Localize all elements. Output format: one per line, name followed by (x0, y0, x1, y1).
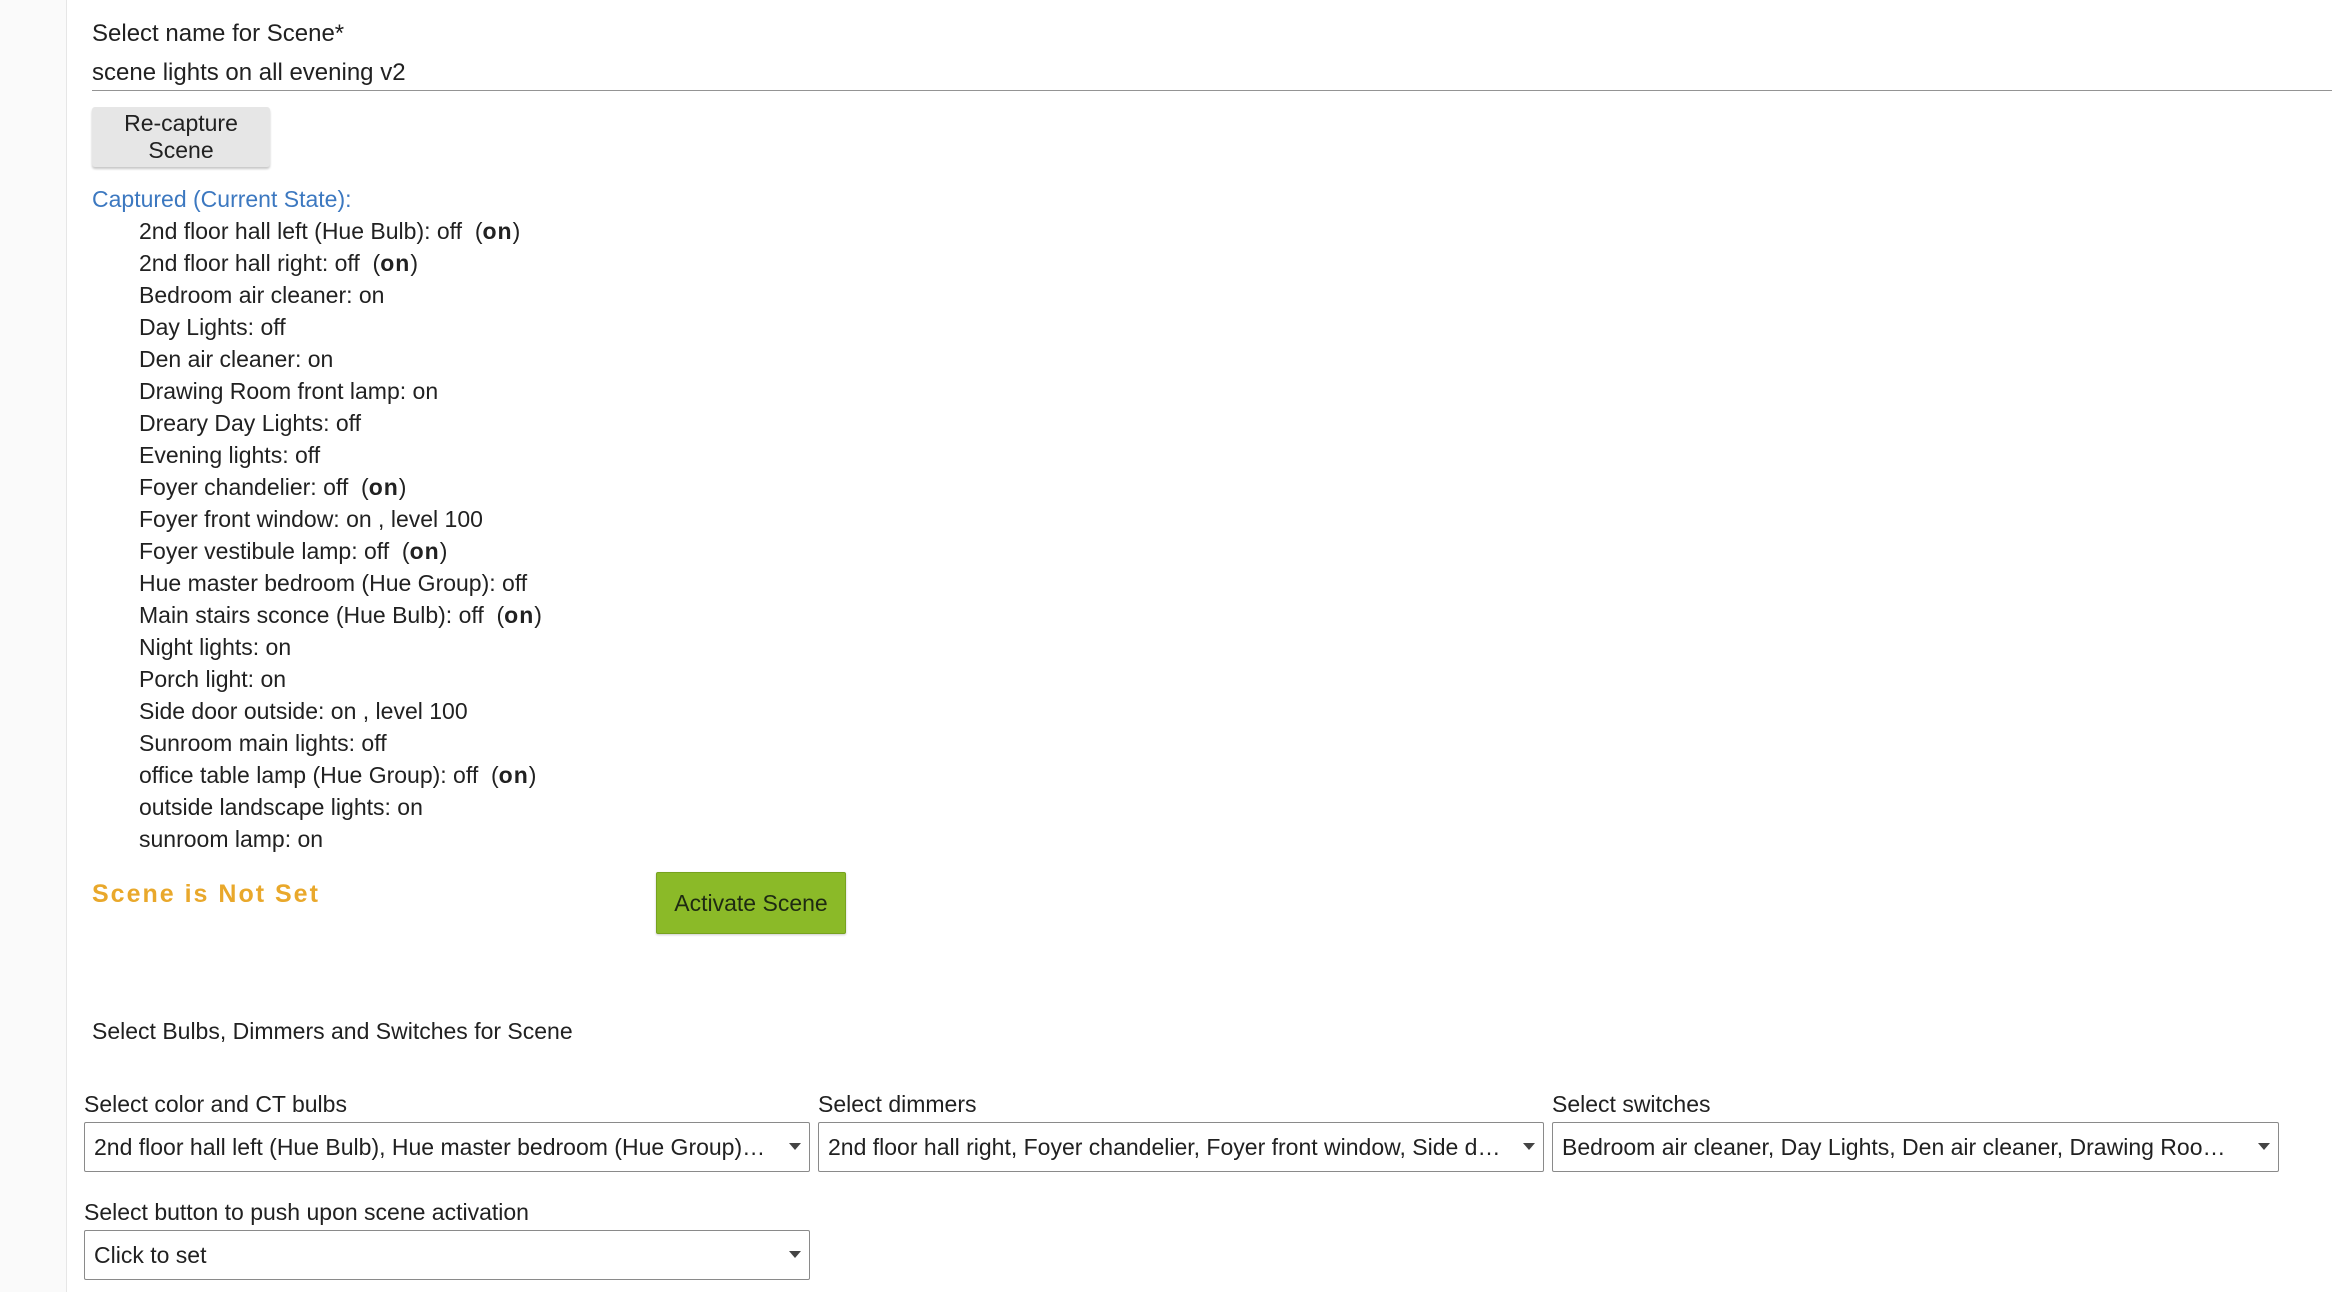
captured-state-item: Main stairs sconce (Hue Bulb): off (on) (139, 602, 542, 628)
captured-state-item: office table lamp (Hue Group): off (on) (139, 762, 537, 788)
captured-state-list: 2nd floor hall left (Hue Bulb): off (on)… (139, 215, 542, 855)
bulbs-select-label: Select color and CT bulbs (84, 1091, 347, 1117)
bulbs-select-value: 2nd floor hall left (Hue Bulb), Hue mast… (94, 1134, 771, 1160)
scene-editor: Select name for Scene* Re-capture Scene … (67, 0, 2334, 1292)
activate-scene-button[interactable]: Activate Scene (656, 872, 846, 934)
dimmers-select-value: 2nd floor hall right, Foyer chandelier, … (828, 1134, 1505, 1160)
devices-section-title: Select Bulbs, Dimmers and Switches for S… (92, 1018, 573, 1044)
dimmers-select-label: Select dimmers (818, 1091, 977, 1117)
captured-state-item: sunroom lamp: on (139, 826, 324, 852)
captured-state-item: Foyer chandelier: off (on) (139, 474, 407, 500)
caret-down-icon (2258, 1143, 2270, 1150)
caret-down-icon (1523, 1143, 1535, 1150)
switches-select[interactable]: Bedroom air cleaner, Day Lights, Den air… (1552, 1122, 2279, 1172)
scene-status-text: Scene is Not Set (92, 880, 320, 908)
captured-state-item: Porch light: on (139, 666, 287, 692)
captured-state-item: Evening lights: off (139, 442, 321, 468)
recapture-scene-button[interactable]: Re-capture Scene (92, 107, 270, 167)
captured-state-item: Den air cleaner: on (139, 346, 334, 372)
captured-state-item: Side door outside: on , level 100 (139, 698, 468, 724)
caret-down-icon (789, 1251, 801, 1258)
captured-state-item: Bedroom air cleaner: on (139, 282, 385, 308)
switches-select-value: Bedroom air cleaner, Day Lights, Den air… (1562, 1134, 2240, 1160)
captured-state-item: Day Lights: off (139, 314, 286, 340)
push-button-select[interactable]: Click to set (84, 1230, 810, 1280)
captured-state-item: Foyer vestibule lamp: off (on) (139, 538, 448, 564)
bulbs-select[interactable]: 2nd floor hall left (Hue Bulb), Hue mast… (84, 1122, 810, 1172)
scene-name-input[interactable] (92, 56, 2332, 91)
caret-down-icon (789, 1143, 801, 1150)
left-sidebar (0, 0, 67, 1292)
captured-state-item: Night lights: on (139, 634, 292, 660)
captured-state-item: outside landscape lights: on (139, 794, 423, 820)
captured-state-item: Drawing Room front lamp: on (139, 378, 439, 404)
captured-state-item: Foyer front window: on , level 100 (139, 506, 483, 532)
dimmers-select[interactable]: 2nd floor hall right, Foyer chandelier, … (818, 1122, 1544, 1172)
captured-state-item: 2nd floor hall right: off (on) (139, 250, 418, 276)
scene-name-label: Select name for Scene* (92, 20, 345, 47)
captured-state-item: Dreary Day Lights: off (139, 410, 362, 436)
switches-select-label: Select switches (1552, 1091, 1711, 1117)
captured-state-title: Captured (Current State): (92, 186, 352, 212)
push-button-select-value: Click to set (94, 1242, 207, 1268)
captured-state-item: Hue master bedroom (Hue Group): off (139, 570, 528, 596)
captured-state-item: 2nd floor hall left (Hue Bulb): off (on) (139, 218, 521, 244)
push-button-select-label: Select button to push upon scene activat… (84, 1199, 529, 1225)
captured-state-item: Sunroom main lights: off (139, 730, 387, 756)
